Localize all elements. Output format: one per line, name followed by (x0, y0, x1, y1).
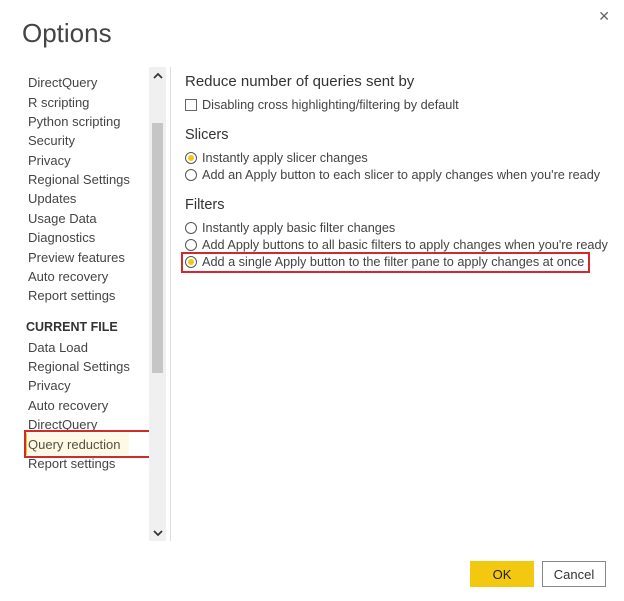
sidebar-item-global-10[interactable]: Auto recovery (26, 267, 149, 286)
sidebar-item-global-11[interactable]: Report settings (26, 286, 149, 305)
sidebar-heading-current: CURRENT FILE (26, 306, 149, 338)
section-reduce-queries: Reduce number of queries sent by (185, 73, 614, 90)
sidebar-item-current-2[interactable]: Privacy (26, 376, 149, 395)
sidebar-item-current-3[interactable]: Auto recovery (26, 396, 149, 415)
sidebar-item-global-3[interactable]: Security (26, 131, 149, 150)
sidebar-item-current-4[interactable]: DirectQuery (26, 415, 149, 434)
sidebar-item-global-5[interactable]: Regional Settings (26, 170, 149, 189)
option-label: Add a single Apply button to the filter … (202, 255, 584, 269)
sidebar-item-global-7[interactable]: Usage Data (26, 209, 149, 228)
option-filter-instant[interactable]: Instantly apply basic filter changes (185, 219, 614, 236)
option-slicer-apply-button[interactable]: Add an Apply button to each slicer to ap… (185, 166, 614, 183)
cancel-button[interactable]: Cancel (542, 561, 606, 587)
close-icon[interactable]: ✕ (598, 8, 610, 25)
scroll-thumb[interactable] (152, 123, 163, 373)
sidebar-item-current-0[interactable]: Data Load (26, 338, 149, 357)
radio-icon[interactable] (185, 222, 197, 234)
ok-button[interactable]: OK (470, 561, 534, 587)
sidebar-item-global-1[interactable]: R scripting (26, 92, 149, 111)
sidebar-item-global-8[interactable]: Diagnostics (26, 228, 149, 247)
option-disable-cross-highlight[interactable]: Disabling cross highlighting/filtering b… (185, 96, 614, 113)
option-label: Instantly apply slicer changes (202, 151, 368, 165)
option-label: Add an Apply button to each slicer to ap… (202, 168, 600, 182)
highlight-box (24, 430, 149, 457)
sidebar-item-global-9[interactable]: Preview features (26, 247, 149, 266)
option-label: Instantly apply basic filter changes (202, 221, 395, 235)
sidebar-item-global-4[interactable]: Privacy (26, 151, 149, 170)
scroll-down-icon[interactable] (149, 524, 166, 541)
radio-icon[interactable] (185, 239, 197, 251)
scroll-up-icon[interactable] (149, 67, 166, 84)
section-slicers: Slicers (185, 127, 614, 143)
option-slicer-instant[interactable]: Instantly apply slicer changes (185, 149, 614, 166)
sidebar-item-current-6[interactable]: Report settings (26, 454, 149, 473)
sidebar-item-global-6[interactable]: Updates (26, 189, 149, 208)
option-label: Disabling cross highlighting/filtering b… (202, 98, 459, 112)
option-label: Add Apply buttons to all basic filters t… (202, 238, 608, 252)
options-content: Reduce number of queries sent by Disabli… (179, 67, 624, 541)
sidebar-item-current-5[interactable]: Query reduction (26, 434, 149, 453)
option-filter-apply-all[interactable]: Add Apply buttons to all basic filters t… (185, 236, 614, 253)
radio-icon[interactable] (185, 152, 197, 164)
sidebar-item-current-1[interactable]: Regional Settings (26, 357, 149, 376)
vertical-divider (170, 67, 171, 541)
radio-icon[interactable] (185, 169, 197, 181)
sidebar-item-global-2[interactable]: Python scripting (26, 112, 149, 131)
sidebar-item-global-0[interactable]: DirectQuery (26, 73, 149, 92)
section-filters: Filters (185, 197, 614, 213)
sidebar-scrollbar[interactable] (149, 67, 166, 541)
radio-icon[interactable] (185, 256, 197, 268)
option-filter-single-apply[interactable]: Add a single Apply button to the filter … (185, 254, 584, 271)
checkbox-icon[interactable] (185, 99, 197, 111)
dialog-title: Options (0, 0, 624, 49)
options-sidebar: DirectQueryR scriptingPython scriptingSe… (12, 67, 149, 541)
